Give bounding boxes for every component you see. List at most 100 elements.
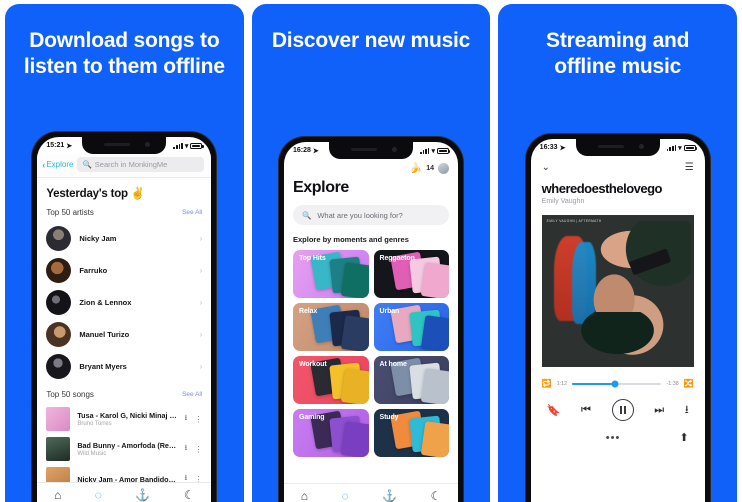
genre-card-at-home[interactable]: At home	[373, 356, 449, 404]
song-meta: Tusa - Karol G, Nicki Minaj (Br... Bruno…	[77, 411, 177, 427]
battery-icon	[683, 144, 697, 151]
chevron-right-icon: ›	[199, 233, 203, 243]
artist-name: Zion & Lennox	[79, 297, 132, 307]
genre-card-gaming[interactable]: Gaming	[293, 409, 369, 457]
next-track-icon[interactable]: ⏭	[654, 404, 664, 417]
genre-thumb	[340, 315, 369, 351]
location-arrow-icon: ➤	[312, 147, 319, 155]
status-bar-1: 15:21 ➤ ▾	[37, 137, 211, 154]
more-options-icon[interactable]: ⋮	[194, 445, 202, 454]
repeat-icon[interactable]: 🔁	[542, 379, 552, 388]
tab-home[interactable]: ⌂	[301, 490, 308, 502]
list-item[interactable]: Bad Bunny - Amorfoda (Remix) Wild Music …	[37, 434, 211, 464]
player-controls: 🔖 ⏮ ⏭ ⭳	[531, 388, 705, 421]
phone-mockup-2: 16:28 ➤ ▾ 🍌 14 Explore 🔍 What are you lo…	[279, 137, 463, 502]
shuffle-icon[interactable]: 🔀	[684, 379, 694, 388]
avatar	[46, 225, 72, 251]
location-arrow-icon: ➤	[66, 142, 73, 150]
banana-count: 14	[426, 165, 434, 172]
list-item[interactable]: Tusa - Karol G, Nicki Minaj (Br... Bruno…	[37, 404, 211, 434]
app-store-screenshot-gallery: Download songs to listen to them offline…	[0, 0, 742, 502]
pause-button[interactable]	[611, 399, 634, 421]
battery-icon	[437, 147, 451, 154]
genre-card-urban[interactable]: Urban	[373, 303, 449, 351]
see-all-artists-link[interactable]: See All	[182, 209, 202, 216]
search-input[interactable]: 🔍 What are you looking for?	[293, 205, 449, 225]
signal-icon	[420, 147, 430, 154]
genre-card-reggaeton[interactable]: Reggaeton	[373, 250, 449, 298]
user-avatar[interactable]	[438, 163, 449, 174]
status-indicators: ▾	[173, 142, 204, 150]
banana-icon: 🍌	[409, 163, 423, 174]
avatar	[46, 289, 72, 315]
progress-knob[interactable]	[611, 380, 619, 387]
tab-anchor[interactable]: ⚓	[135, 489, 150, 501]
genre-thumb	[420, 315, 449, 351]
download-icon[interactable]: ⭳	[185, 412, 188, 426]
download-icon[interactable]: ⭳	[685, 401, 689, 420]
share-icon[interactable]: ⬆	[679, 431, 688, 444]
chevron-down-icon[interactable]: ⌄	[542, 162, 550, 173]
tab-moon[interactable]: ☾	[430, 490, 441, 502]
genre-label: Relax	[299, 308, 318, 315]
tab-bar-2: ⌂ ◌ ⚓ ☾	[284, 483, 458, 502]
more-dots-icon[interactable]: •••	[547, 432, 680, 444]
tab-search[interactable]: ◌	[341, 490, 348, 502]
back-to-explore-link[interactable]: ‹ Explore	[42, 160, 73, 170]
chevron-right-icon: ›	[199, 265, 203, 275]
album-cover	[46, 437, 71, 461]
panel-1-headline: Download songs to listen to them offline	[23, 29, 225, 79]
status-time: 16:28 ➤	[293, 147, 319, 155]
song-subtitle: Wild Music	[77, 451, 107, 457]
search-input[interactable]: 🔍 Search in MonkingMe	[77, 157, 205, 172]
panel-3-headline: Streaming and offline music	[546, 29, 690, 79]
tab-anchor[interactable]: ⚓	[382, 490, 397, 502]
player-top-bar: ⌄ ☰	[531, 156, 705, 175]
tab-bar-1: ⌂ ◌ ⚓ ☾	[37, 482, 212, 502]
list-item[interactable]: Farruko ›	[37, 254, 211, 286]
track-title: wheredoesthelovego	[541, 181, 663, 196]
see-all-songs-link[interactable]: See All	[182, 391, 202, 398]
section-header-artists: Top 50 artists See All	[37, 205, 211, 222]
artwork-tag: EMILY VAUGHN | AFTERMATH	[546, 219, 602, 223]
genre-card-study[interactable]: Study	[373, 409, 449, 457]
nav-bar-1: ‹ Explore 🔍 Search in MonkingMe	[37, 154, 212, 178]
tab-search[interactable]: ◌	[95, 489, 102, 501]
avatar	[46, 257, 72, 283]
bookmark-icon[interactable]: 🔖	[547, 404, 561, 417]
download-icon[interactable]: ⭳	[185, 442, 188, 456]
search-icon: 🔍	[82, 160, 92, 169]
search-icon: 🔍	[302, 210, 312, 220]
phone-1-screen: 15:21 ➤ ▾ ‹ Explore 🔍 Search in MonkingM…	[37, 137, 212, 502]
status-indicators: ▾	[666, 144, 697, 152]
track-artist: Emily Vaughn	[541, 198, 585, 205]
list-icon[interactable]: ☰	[685, 162, 694, 173]
list-item[interactable]: Zion & Lennox ›	[37, 286, 211, 318]
previous-track-icon[interactable]: ⏮	[581, 404, 591, 417]
status-time-value: 15:21	[46, 142, 65, 149]
progress-slider[interactable]	[572, 380, 662, 387]
search-placeholder: What are you looking for?	[317, 210, 403, 220]
genre-label: Workout	[299, 361, 327, 368]
genre-card-workout[interactable]: Workout	[293, 356, 369, 404]
progress-fill	[572, 382, 615, 385]
genre-label: Gaming	[299, 414, 325, 421]
genre-card-top-hits[interactable]: Top Hits	[293, 250, 369, 298]
tab-moon[interactable]: ☾	[184, 489, 195, 501]
page-title: Explore	[293, 179, 349, 196]
list-item[interactable]: Bryant Myers ›	[37, 350, 211, 382]
album-artwork: EMILY VAUGHN | AFTERMATH	[541, 215, 694, 367]
avatar	[46, 321, 72, 347]
genre-label: Top Hits	[299, 255, 326, 262]
genre-card-relax[interactable]: Relax	[293, 303, 369, 351]
genre-label: Study	[379, 414, 399, 421]
genre-thumb	[340, 262, 369, 298]
wifi-icon: ▾	[678, 144, 682, 152]
list-item[interactable]: Nicky Jam ›	[37, 222, 211, 254]
list-item[interactable]: Manuel Turizo ›	[37, 318, 211, 350]
tab-home[interactable]: ⌂	[54, 489, 61, 501]
artist-name: Farruko	[79, 265, 108, 275]
chevron-right-icon: ›	[199, 361, 203, 371]
elapsed-time: 1:12	[556, 380, 568, 387]
more-options-icon[interactable]: ⋮	[194, 415, 202, 424]
